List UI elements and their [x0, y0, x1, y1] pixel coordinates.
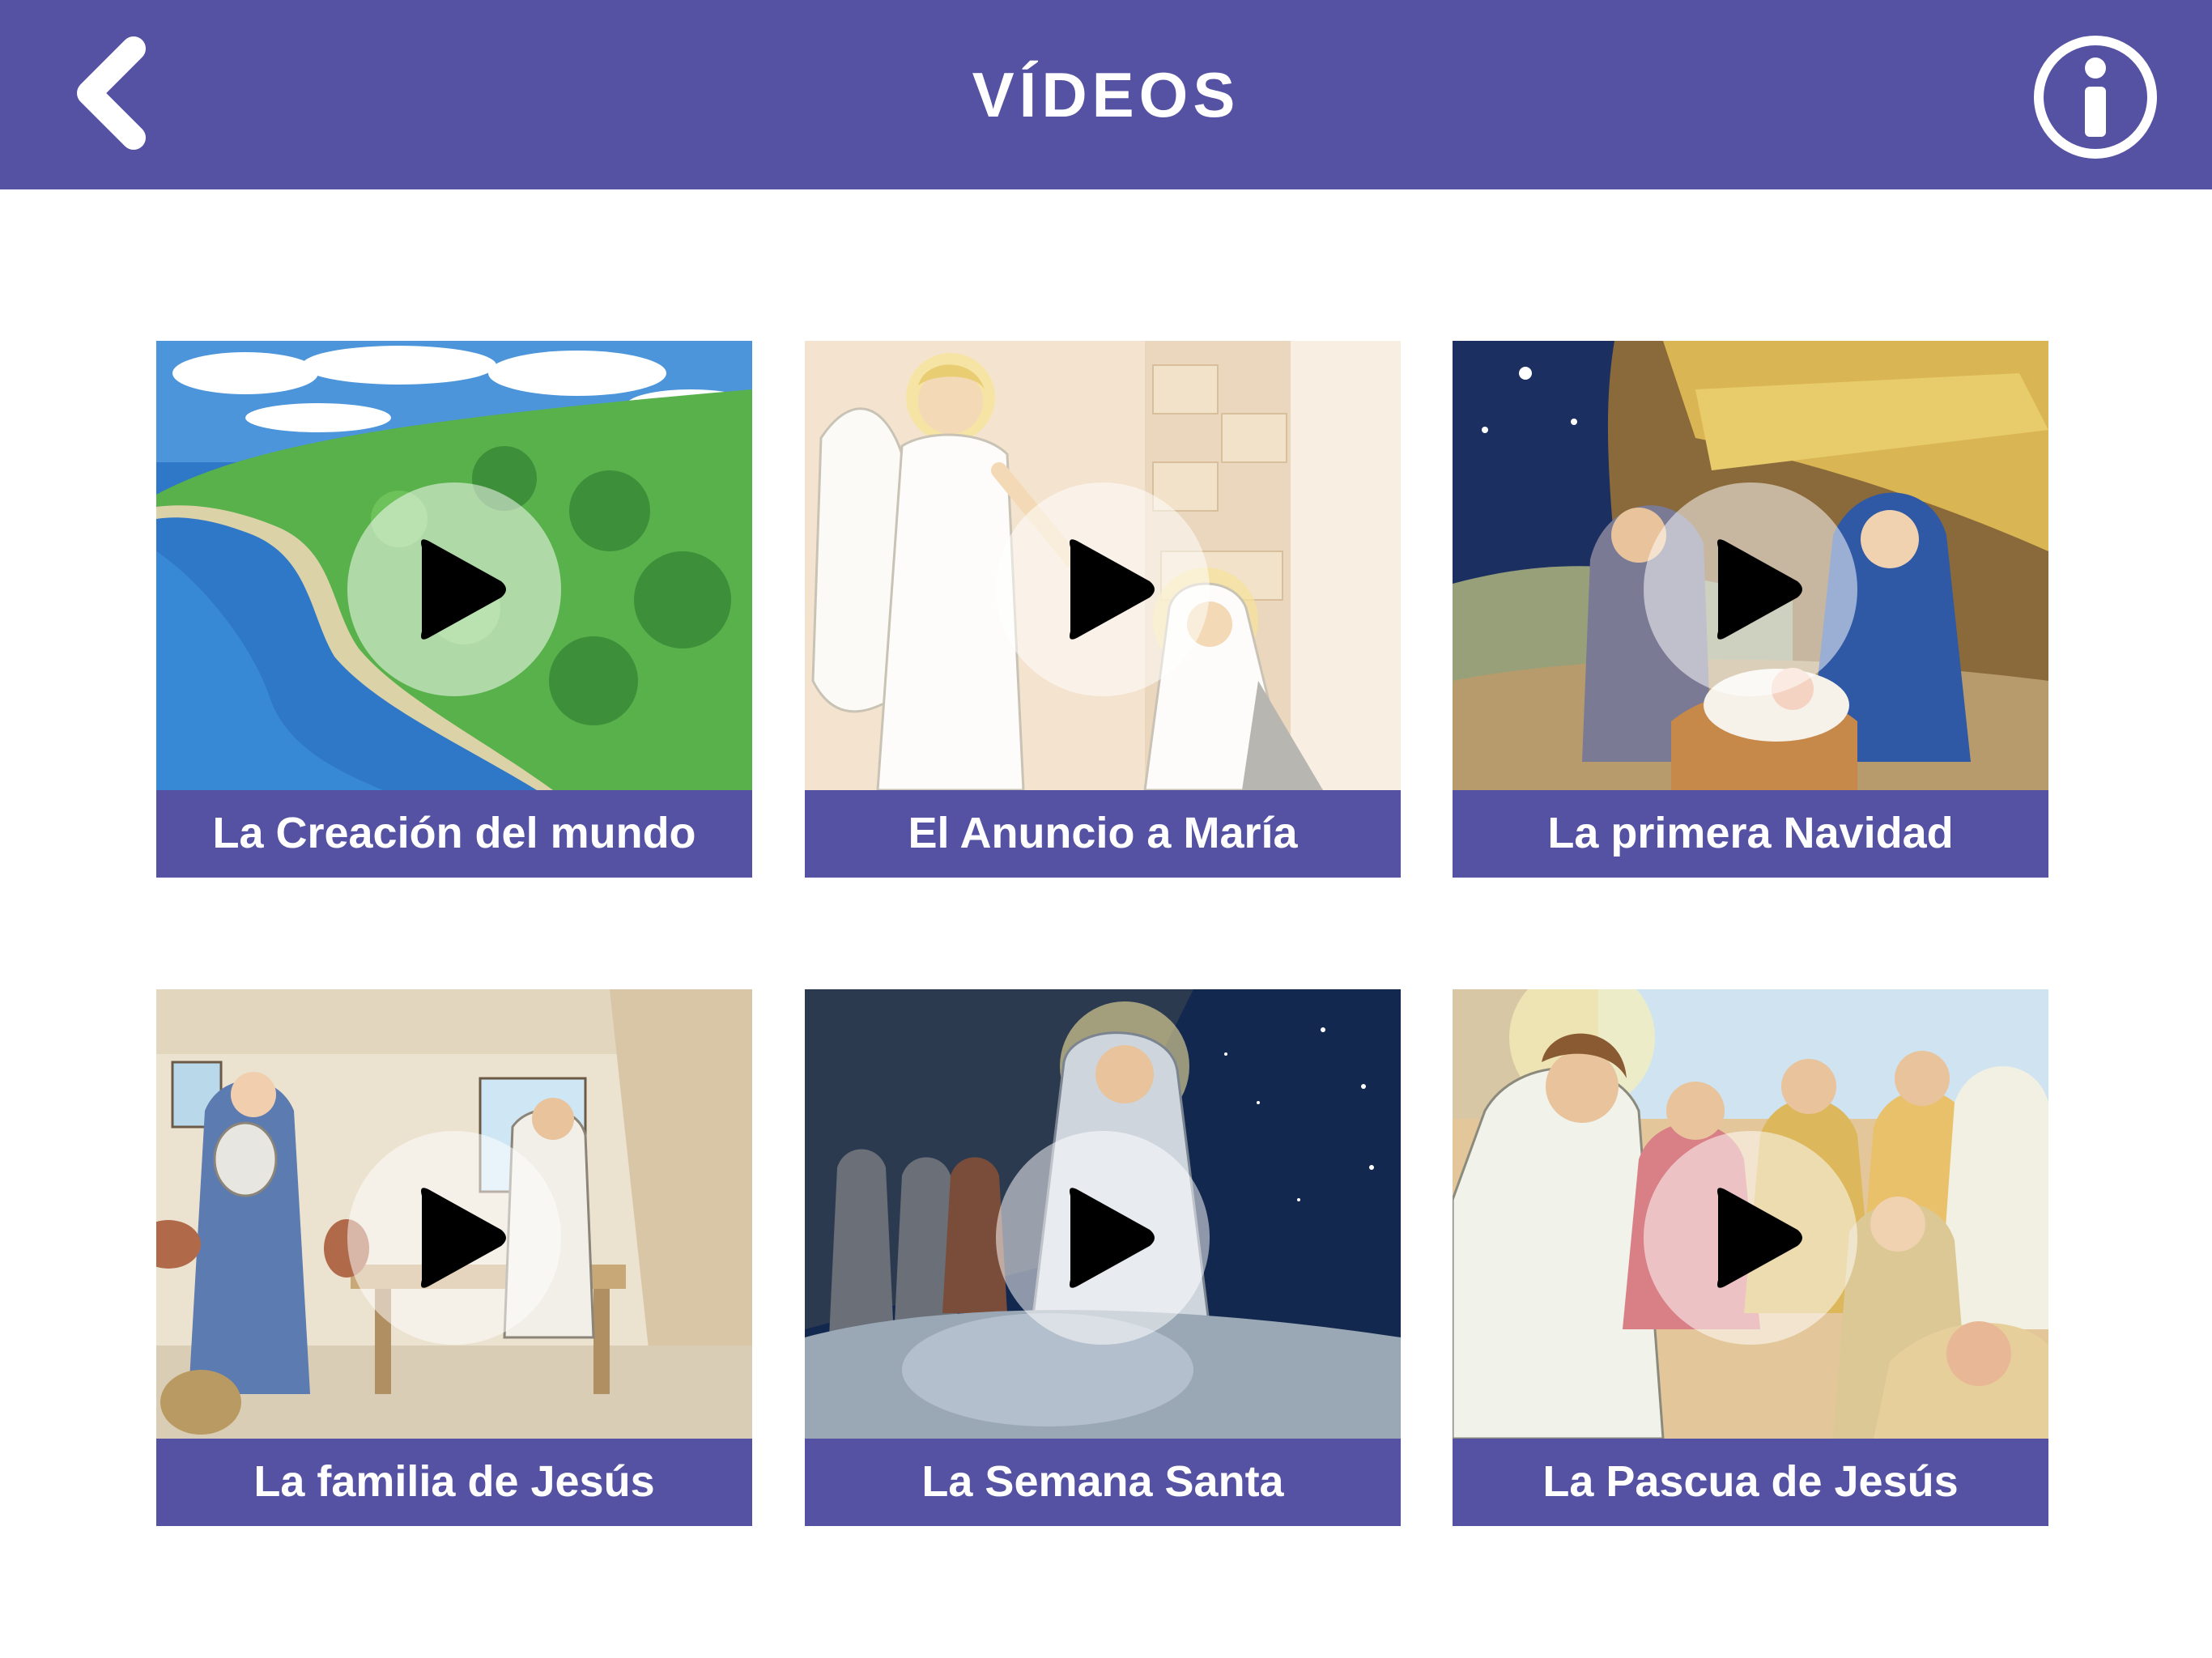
chevron-left-icon	[77, 36, 146, 150]
play-icon	[1717, 1188, 1802, 1288]
play-button[interactable]	[347, 483, 561, 696]
play-button[interactable]	[1644, 1131, 1857, 1345]
video-title: La Creación del mundo	[156, 790, 752, 878]
info-circle-icon	[2034, 36, 2157, 159]
play-button[interactable]	[347, 1131, 561, 1345]
video-thumbnail[interactable]	[1453, 341, 2048, 790]
video-title: La familia de Jesús	[156, 1439, 752, 1526]
video-thumbnail[interactable]	[156, 341, 752, 790]
video-thumbnail[interactable]	[1453, 989, 2048, 1439]
video-title: La primera Navidad	[1453, 790, 2048, 878]
video-card-family[interactable]: La familia de Jesús	[156, 989, 752, 1526]
play-button[interactable]	[1644, 483, 1857, 696]
play-icon	[1070, 539, 1155, 640]
header-bar: VÍDEOS	[0, 0, 2212, 189]
video-thumbnail[interactable]	[156, 989, 752, 1439]
video-card-easter[interactable]: La Pascua de Jesús	[1453, 989, 2048, 1526]
play-icon	[421, 1188, 506, 1288]
video-card-christmas[interactable]: La primera Navidad	[1453, 341, 2048, 878]
video-card-creation[interactable]: La Creación del mundo	[156, 341, 752, 878]
page-title: VÍDEOS	[972, 59, 1240, 130]
play-icon	[421, 539, 506, 640]
play-icon	[1070, 1188, 1155, 1288]
video-title: El Anuncio a María	[805, 790, 1401, 878]
video-thumbnail[interactable]	[805, 341, 1401, 790]
video-title: La Pascua de Jesús	[1453, 1439, 2048, 1526]
play-icon	[1717, 539, 1802, 640]
play-button[interactable]	[996, 483, 1210, 696]
play-button[interactable]	[996, 1131, 1210, 1345]
video-card-holy-week[interactable]: La Semana Santa	[805, 989, 1401, 1526]
video-thumbnail[interactable]	[805, 989, 1401, 1439]
back-button[interactable]	[57, 32, 178, 154]
video-title: La Semana Santa	[805, 1439, 1401, 1526]
info-button[interactable]	[2031, 32, 2160, 162]
video-card-annunciation[interactable]: El Anuncio a María	[805, 341, 1401, 878]
